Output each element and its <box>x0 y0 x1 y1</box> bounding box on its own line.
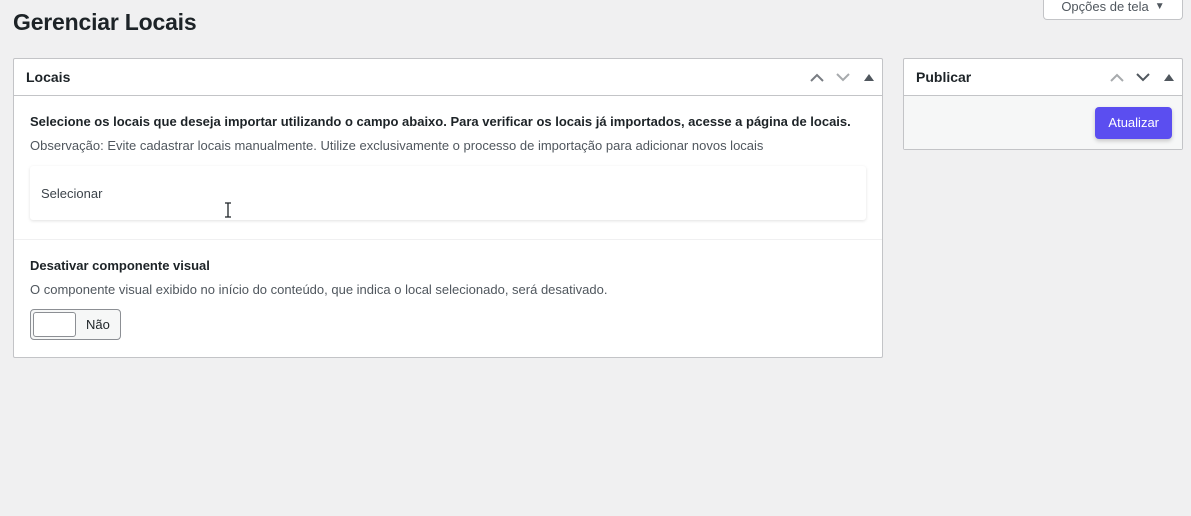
publish-toggle-panel-button[interactable] <box>1156 59 1182 95</box>
publish-move-down-button[interactable] <box>1130 59 1156 95</box>
publish-postbox-header: Publicar <box>904 59 1182 96</box>
visual-component-label: Desativar componente visual <box>30 258 210 273</box>
text-cursor-icon <box>225 202 231 218</box>
visual-component-section: Desativar componente visual O componente… <box>14 240 882 340</box>
import-note: Observação: Evite cadastrar locais manua… <box>30 138 764 153</box>
publish-actions: Atualizar <box>904 96 1182 149</box>
visual-component-toggle[interactable]: Não <box>30 309 121 340</box>
import-description: Selecione os locais que deseja importar … <box>30 114 851 129</box>
page-title: Gerenciar Locais <box>13 9 197 35</box>
update-button[interactable]: Atualizar <box>1095 106 1172 139</box>
locais-select-placeholder: Selecionar <box>41 185 103 201</box>
move-up-button[interactable] <box>804 59 830 95</box>
visual-component-description: O componente visual exibido no início do… <box>30 282 608 297</box>
move-down-button[interactable] <box>830 59 856 95</box>
publish-move-up-button[interactable] <box>1104 59 1130 95</box>
toggle-panel-button[interactable] <box>856 59 882 95</box>
toggle-knob <box>33 312 76 337</box>
screen-options-button[interactable]: Opções de tela ▼ <box>1043 0 1183 20</box>
triangle-up-icon <box>864 73 874 81</box>
locais-handle-actions <box>804 59 882 95</box>
triangle-up-icon <box>1164 73 1174 81</box>
publish-postbox: Publicar Atualizar <box>903 58 1183 150</box>
locais-postbox-title: Locais <box>26 69 71 85</box>
toggle-label: Não <box>86 317 110 332</box>
chevron-up-icon <box>810 73 824 82</box>
publish-handle-actions <box>1104 59 1182 95</box>
chevron-up-icon <box>1110 73 1124 82</box>
screen-options-label: Opções de tela <box>1061 0 1149 14</box>
locais-postbox: Locais Selecione os locais que deseja im… <box>13 58 883 358</box>
chevron-down-icon <box>1136 72 1150 81</box>
locais-select[interactable]: Selecionar <box>30 166 866 220</box>
chevron-down-icon <box>836 72 850 81</box>
import-section: Selecione os locais que deseja importar … <box>14 96 882 240</box>
publish-postbox-title: Publicar <box>916 69 972 85</box>
caret-down-icon: ▼ <box>1154 1 1165 12</box>
locais-postbox-header: Locais <box>14 59 882 96</box>
